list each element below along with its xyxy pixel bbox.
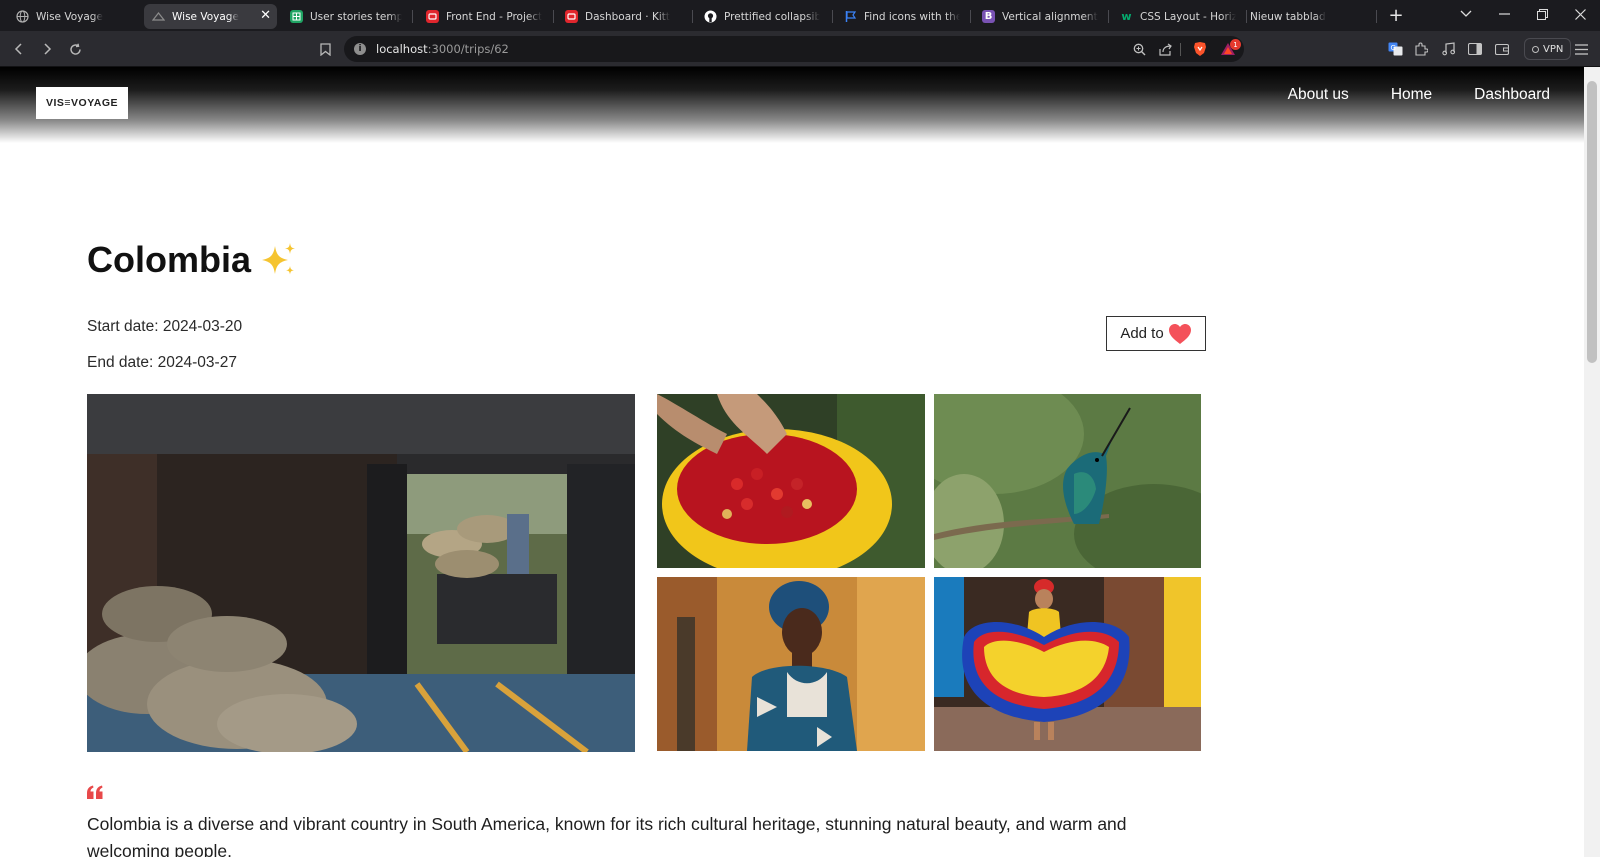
browser-tab[interactable]: B Vertical alignment · Bo [974,4,1106,29]
sidebar-icon[interactable] [1466,40,1484,58]
new-tab-button[interactable]: + [1384,3,1408,27]
w3schools-icon: w [1121,10,1132,23]
site-logo[interactable]: VIS≡VOYAGE [36,87,128,119]
scrollbar-thumb[interactable] [1587,81,1597,363]
forward-arrow-icon[interactable] [36,38,58,60]
tab-search-chevron-icon[interactable] [1448,3,1484,25]
github-icon [704,10,717,23]
media-icon[interactable] [1439,40,1457,58]
extensions-icon[interactable] [1412,40,1430,58]
globe-icon [16,10,29,23]
browser-tab[interactable]: Wise Voyage [8,4,140,29]
tab-title: Dashboard · Kitt [585,10,671,23]
translate-icon[interactable]: G [1386,40,1404,58]
browser-tab[interactable]: Front End - Projects · K [418,4,550,29]
trip-photo-hummingbird[interactable] [934,394,1201,568]
tab-title: Nieuw tabblad [1250,10,1326,23]
minimize-window-icon[interactable] [1486,3,1522,25]
end-date: End date: 2024-03-27 [87,354,237,371]
browser-tab[interactable]: Prettified collapsible b [696,4,828,29]
tab-title: Front End - Projects · K [446,10,542,23]
flag-icon [844,10,857,23]
start-date: Start date: 2024-03-20 [87,318,243,335]
trip-photo-dancer-in-dress[interactable] [934,577,1201,751]
sheets-icon [290,10,303,23]
heart-icon [1168,323,1191,344]
vpn-label: VPN [1543,43,1564,55]
browser-tab-active[interactable]: Wise Voyage ✕ [144,4,277,29]
restore-window-icon[interactable] [1524,3,1560,25]
trip-photo-woman-in-headwrap[interactable] [657,577,925,751]
page-scrollbar[interactable] [1584,67,1600,857]
tab-separator [553,10,554,23]
trip-title-text: Colombia [87,239,252,280]
nav-link-dashboard[interactable]: Dashboard [1474,86,1550,104]
menu-icon[interactable] [1572,40,1590,58]
browser-tab-strip: Wise Voyage Wise Voyage ✕ User stories t… [0,0,1600,31]
svg-text:G: G [1390,44,1395,52]
back-arrow-icon[interactable] [8,38,30,60]
main-nav: About us Home Dashboard [1288,86,1550,104]
add-to-label: Add to [1120,325,1164,342]
tab-separator [412,10,413,23]
site-header: VIS≡VOYAGE About us Home Dashboard [0,67,1584,143]
url-text: localhost:3000/trips/62 [376,42,509,56]
tab-title: Wise Voyage [36,10,103,23]
url-separator [1180,43,1181,56]
share-icon[interactable] [1156,40,1174,58]
tab-separator [1376,10,1377,23]
bookmark-icon[interactable] [314,38,336,60]
browser-tab[interactable]: Find icons with the Per [836,4,968,29]
browser-tab[interactable]: w CSS Layout - Horizont [1112,4,1244,29]
wise-voyage-icon [152,10,165,23]
site-info-icon[interactable]: i [354,43,366,55]
trip-photo-coffee-cherries[interactable] [657,394,925,568]
tab-title: Wise Voyage [172,10,239,23]
quote-icon [87,785,103,799]
wallet-icon[interactable] [1493,40,1511,58]
page-viewport: VIS≡VOYAGE About us Home Dashboard Colom… [0,67,1584,857]
bootstrap-icon: B [982,10,995,23]
vpn-status-icon [1532,45,1539,53]
close-window-icon[interactable] [1562,3,1598,25]
tab-title: CSS Layout - Horizont [1140,10,1236,23]
tab-title: Find icons with the Per [864,10,960,23]
brave-shields-icon[interactable] [1192,41,1208,57]
trip-title: Colombia [87,239,299,281]
nav-link-home[interactable]: Home [1391,86,1432,104]
tab-title: Prettified collapsible b [724,10,820,23]
trip-description: Colombia is a diverse and vibrant countr… [87,814,1127,857]
tab-title: User stories template [310,10,402,23]
nav-link-about-us[interactable]: About us [1288,86,1349,104]
tab-separator [970,10,971,23]
browser-tab[interactable]: Dashboard · Kitt [557,4,687,29]
kitt-icon [565,10,578,23]
address-bar[interactable]: i localhost:3000/trips/62 1 [344,36,1244,62]
sparkles-icon [262,243,296,275]
zoom-icon[interactable] [1130,40,1148,58]
tab-separator [832,10,833,23]
tab-separator [692,10,693,23]
tab-separator [1108,10,1109,23]
browser-tab[interactable]: Nieuw tabblad [1242,4,1372,29]
rewards-badge: 1 [1230,39,1241,50]
trip-photo-coffee-warehouse[interactable] [87,394,635,752]
close-tab-icon[interactable]: ✕ [260,8,271,23]
browser-toolbar: i localhost:3000/trips/62 1 G VPN [0,31,1600,67]
kitt-icon [426,10,439,23]
add-to-favorites-button[interactable]: Add to [1106,316,1206,351]
reload-icon[interactable] [64,38,86,60]
tab-title: Vertical alignment · Bo [1002,10,1098,23]
vpn-button[interactable]: VPN [1524,38,1572,60]
browser-tab[interactable]: User stories template [282,4,410,29]
